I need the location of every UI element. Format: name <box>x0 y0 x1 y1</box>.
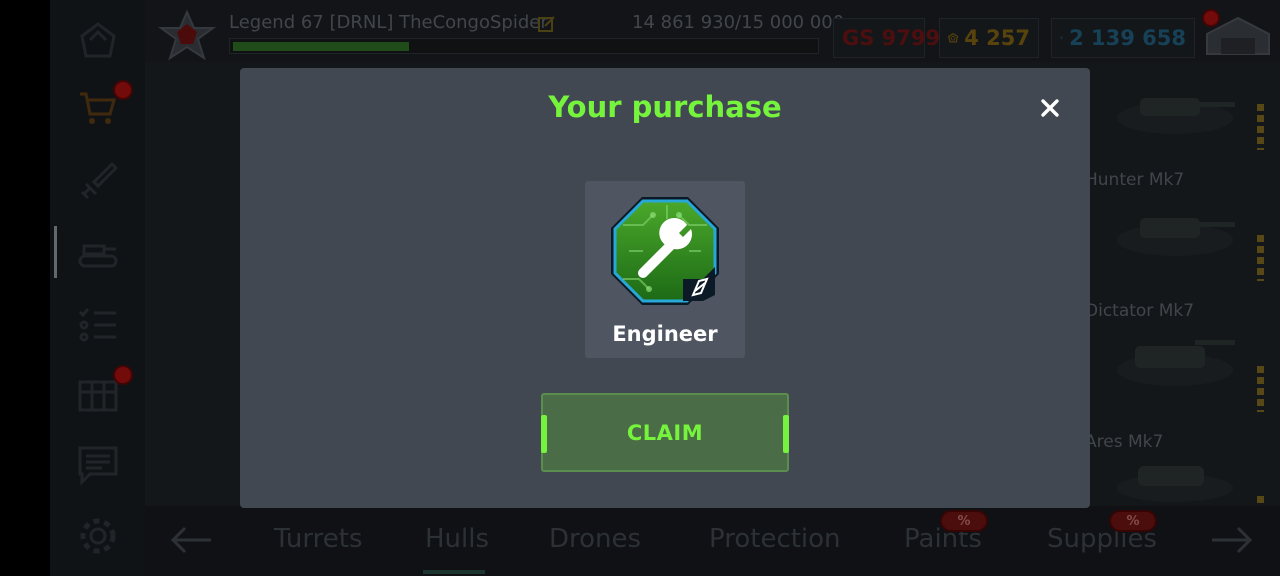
claim-button-label: CLAIM <box>626 420 704 445</box>
game-screen: Legend 67 [DRNL] TheCongoSpider 14 861 9… <box>0 0 1280 576</box>
dialog-title: Your purchase <box>548 90 782 124</box>
close-button[interactable] <box>1035 93 1065 123</box>
purchased-item-card: Engineer <box>585 181 745 358</box>
claim-button[interactable]: CLAIM <box>541 393 789 472</box>
purchase-dialog: Your purchase Engineer CLAIM <box>240 68 1090 508</box>
wrench-icon <box>611 197 719 305</box>
item-name: Engineer <box>612 322 718 346</box>
close-icon <box>1041 99 1059 117</box>
button-edge-right <box>783 415 789 453</box>
button-edge-left <box>541 415 547 453</box>
